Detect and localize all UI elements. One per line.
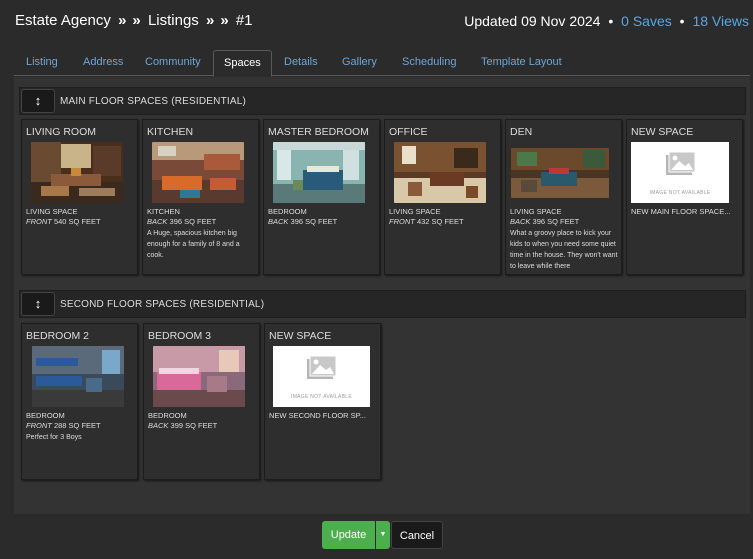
space-title: KITCHEN [147,126,194,138]
cancel-button[interactable]: Cancel [391,521,443,549]
tab-community[interactable]: Community [135,50,211,76]
updated-date: Updated 09 Nov 2024 [464,13,601,29]
spaces-panel: ↕ MAIN FLOOR SPACES (RESIDENTIAL) LIVING… [14,77,750,514]
space-size: BACK 399 SQ FEET [148,421,218,430]
space-card-bedroom-2[interactable]: BEDROOM 2 BEDROOM FRONT 288 SQ FEET Perf… [21,323,138,480]
tab-bar: Listing Address Community Spaces Details… [14,50,750,77]
space-photo [152,142,244,203]
tab-spaces[interactable]: Spaces [213,50,272,77]
update-button[interactable]: Update [322,521,375,549]
dot-separator: • [679,13,685,29]
space-photo [31,142,123,203]
tab-gallery[interactable]: Gallery [332,50,387,76]
space-photo [273,142,365,203]
breadcrumb-item-estate-agency[interactable]: Estate Agency [15,12,111,29]
space-card-master-bedroom[interactable]: MASTER BEDROOM BEDROOM BACK 396 SQ FEET [263,119,380,275]
tab-details[interactable]: Details [274,50,328,76]
space-description: A Huge, spacious kitchen big enough for … [147,230,240,259]
space-title: LIVING ROOM [26,126,97,138]
section-header-main-floor: ↕ MAIN FLOOR SPACES (RESIDENTIAL) [19,87,746,115]
space-type: BEDROOM [268,207,307,216]
image-not-available-text: IMAGE NOT AVAILABLE [291,394,352,400]
section-header-second-floor: ↕ SECOND FLOOR SPACES (RESIDENTIAL) [19,290,746,318]
new-space-label: NEW SECOND FLOOR SP... [269,411,366,420]
section-title: SECOND FLOOR SPACES (RESIDENTIAL) [60,299,265,310]
space-type: LIVING SPACE [26,207,78,216]
space-photo [511,148,609,198]
views-link[interactable]: 18 Views [692,13,749,29]
image-placeholder: IMAGE NOT AVAILABLE [631,142,729,203]
page-header: Estate Agency »» Listings »» #1 Updated … [0,0,753,44]
image-placeholder-icon [666,151,696,175]
space-size: BACK 396 SQ FEET [268,217,338,226]
space-title: OFFICE [389,126,428,138]
space-type: KITCHEN [147,207,180,216]
space-size: FRONT 432 SQ FEET [389,217,464,226]
space-photo [153,346,245,407]
space-title: BEDROOM 3 [148,330,212,342]
space-description: Perfect for 3 Boys [26,434,82,441]
space-card-office[interactable]: OFFICE LIVING SPACE FRONT 432 SQ FEET [384,119,501,275]
space-type: BEDROOM [26,411,65,420]
image-placeholder-icon [307,355,337,379]
collapse-toggle-icon[interactable]: ↕ [21,292,55,316]
tab-scheduling[interactable]: Scheduling [392,50,466,76]
space-size: BACK 396 SQ FEET [510,217,580,226]
space-type: LIVING SPACE [389,207,441,216]
new-space-card-main-floor[interactable]: NEW SPACE IMAGE NOT AVAILABLE NEW MAIN F… [626,119,743,275]
breadcrumb-item-listings[interactable]: Listings [148,12,199,29]
breadcrumb-separator-icon: » [205,12,214,29]
space-photo [32,346,124,407]
space-type: LIVING SPACE [510,207,562,216]
tab-template-layout[interactable]: Template Layout [471,50,572,76]
breadcrumb-separator-icon: » [118,12,126,29]
space-card-den[interactable]: DEN LIVING SPACE BACK 396 SQ FEET What a… [505,119,622,275]
space-card-living-room[interactable]: LIVING ROOM LIVING SPACE FRONT 540 SQ FE… [21,119,138,275]
space-size: FRONT 288 SQ FEET [26,421,101,430]
space-title: DEN [510,126,533,138]
collapse-toggle-icon[interactable]: ↕ [21,89,55,113]
space-title: NEW SPACE [269,330,332,342]
image-not-available-text: IMAGE NOT AVAILABLE [649,190,711,196]
breadcrumb: Estate Agency »» Listings »» #1 [15,12,253,29]
tab-address[interactable]: Address [73,50,133,76]
space-title: MASTER BEDROOM [268,126,369,138]
update-dropdown-caret-icon[interactable]: ▼ [376,521,390,549]
dot-separator: • [608,13,614,29]
space-description: What a groovy place to kick your kids to… [510,230,618,270]
saves-link[interactable]: 0 Saves [621,13,672,29]
section-title: MAIN FLOOR SPACES (RESIDENTIAL) [60,96,247,107]
space-size: BACK 396 SQ FEET [147,217,217,226]
breadcrumb-item-current: #1 [235,12,253,29]
new-space-label: NEW MAIN FLOOR SPACE... [631,207,731,216]
space-type: BEDROOM [148,411,187,420]
space-title: BEDROOM 2 [26,330,90,342]
image-placeholder: IMAGE NOT AVAILABLE [273,346,370,407]
tab-listing[interactable]: Listing [16,50,68,76]
space-photo [394,142,486,203]
space-size: FRONT 540 SQ FEET [26,217,101,226]
new-space-card-second-floor[interactable]: NEW SPACE IMAGE NOT AVAILABLE NEW SECOND… [264,323,381,480]
space-card-bedroom-3[interactable]: BEDROOM 3 BEDROOM BACK 399 SQ FEET [143,323,260,480]
listing-stats: Updated 09 Nov 2024 • 0 Saves • 18 Views [464,13,749,29]
space-title: NEW SPACE [631,126,694,138]
space-card-kitchen[interactable]: KITCHEN KITCHEN BACK 396 SQ FEET A Huge,… [142,119,259,275]
